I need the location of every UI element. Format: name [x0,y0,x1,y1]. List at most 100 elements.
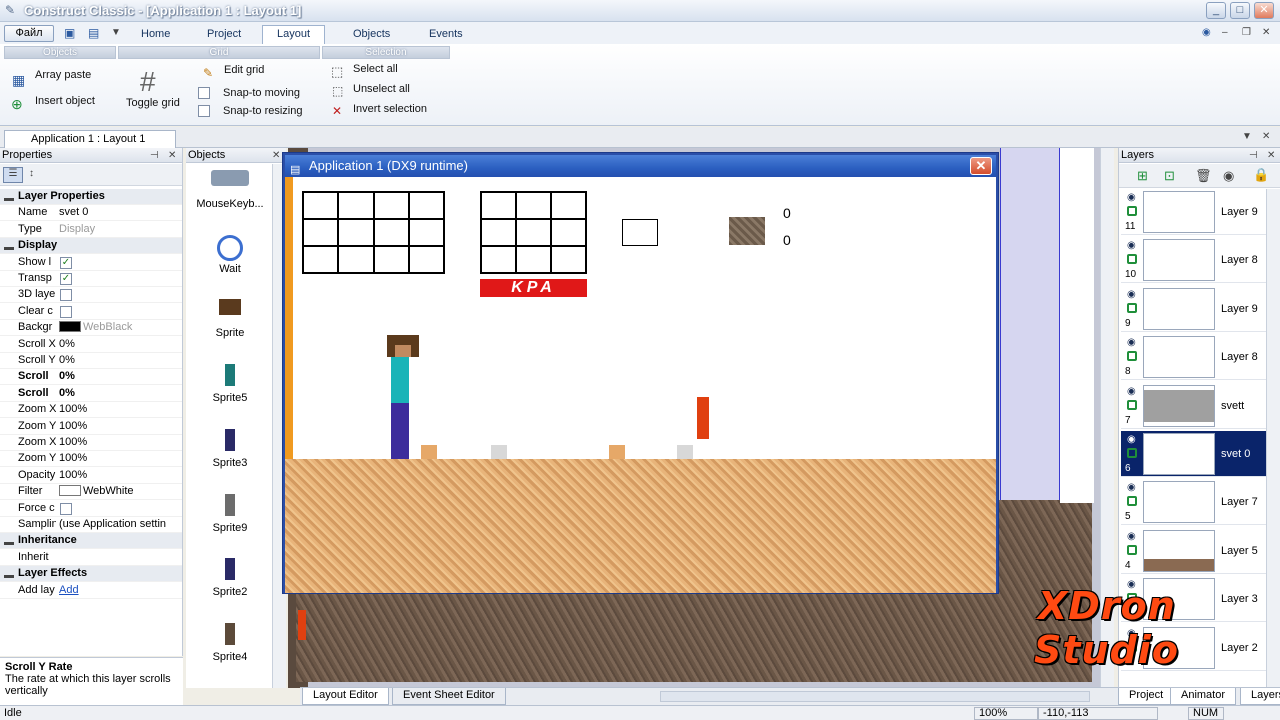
array-paste-button[interactable]: Array paste [35,69,91,81]
snap-moving-checkbox[interactable] [198,87,210,99]
layers-scrollbar[interactable] [1266,189,1280,687]
layer-lock-icon[interactable] [1127,254,1137,265]
visibility-icon[interactable]: ◉ [1223,168,1234,184]
eye-icon[interactable]: ◉ [1127,337,1136,348]
unselect-all-button[interactable]: Unselect all [353,83,410,95]
delete-layer-icon[interactable]: 🗑 [1195,168,1212,184]
object-item[interactable]: Sprite3 [186,457,274,469]
property-checkbox[interactable] [60,305,72,318]
tab-objects[interactable]: Objects [338,25,405,44]
eye-icon[interactable]: ◉ [1127,386,1136,397]
property-row[interactable]: Zoom X 100% [0,435,182,451]
layer-item[interactable]: ◉ 10 Layer 8 [1121,237,1267,284]
select-all-button[interactable]: Select all [353,63,398,75]
layer-lock-icon[interactable] [1127,544,1137,555]
pin-icon[interactable]: ⊣ [150,149,159,163]
layer-lock-icon[interactable] [1127,448,1137,458]
layer-item[interactable]: ◉ 6 svet 0 [1121,431,1267,477]
tab-project-panel[interactable]: Project [1118,688,1175,705]
layer-item[interactable]: ◉ 2 Layer 2 [1121,625,1267,671]
property-row[interactable]: Scroll 0% [0,386,182,402]
property-row[interactable]: Force c [0,501,182,517]
layer-lock-icon[interactable] [1127,399,1137,410]
layer-lock-icon[interactable] [1127,351,1137,362]
object-item[interactable]: Sprite [186,327,274,339]
tab-home[interactable]: Home [126,25,185,44]
doc-close-icon[interactable]: ✕ [1262,27,1270,38]
layout-hscrollbar[interactable] [660,691,1090,702]
property-row[interactable]: Name svet 0 [0,205,182,222]
doc-minimize-icon[interactable]: – [1222,27,1228,38]
layers-close-icon[interactable]: ✕ [1267,149,1275,163]
property-section[interactable]: ▬ Layer Properties [0,189,182,205]
save-icon[interactable]: ▣ [64,26,75,40]
collapse-icon[interactable]: ▬ [4,568,14,583]
toggle-grid-button[interactable]: Toggle grid [126,97,180,109]
object-item[interactable]: Sprite4 [186,651,274,663]
object-item[interactable]: MouseKeyb... [186,198,274,210]
property-row[interactable]: Filter WebWhite [0,484,182,501]
property-checkbox[interactable] [60,502,72,515]
tab-event-sheet-editor[interactable]: Event Sheet Editor [392,688,506,705]
sort-alpha-icon[interactable]: ↕ [29,168,34,179]
edit-grid-button[interactable]: Edit grid [224,64,264,76]
property-row[interactable]: Transp ✓ [0,271,182,287]
eye-icon[interactable]: ◉ [1127,434,1136,445]
property-row[interactable]: Type Display [0,222,182,238]
collapse-icon[interactable]: ▬ [4,535,14,550]
tab-layout-editor[interactable]: Layout Editor [302,688,389,705]
layer-lock-icon[interactable] [1127,496,1137,507]
eye-icon[interactable]: ◉ [1127,192,1136,203]
property-row[interactable]: Zoom Y 100% [0,451,182,468]
object-item[interactable]: Sprite5 [186,392,274,404]
tab-animator[interactable]: Animator [1170,688,1237,705]
collapse-icon[interactable]: ▬ [4,240,14,255]
quick-access-dropdown-icon[interactable]: ▼ [111,27,121,38]
property-value[interactable]: Add [59,584,79,596]
property-section[interactable]: ▬ Layer Effects [0,566,182,583]
collapse-icon[interactable]: ▬ [4,191,14,206]
eye-icon[interactable]: ◉ [1127,579,1136,590]
add-layer-icon[interactable]: ⊞ [1137,168,1148,184]
layer-lock-icon[interactable] [1127,206,1137,216]
property-row[interactable]: Scroll Y 0% [0,353,182,369]
property-checkbox[interactable]: ✓ [60,256,72,269]
close-button[interactable]: ✕ [1254,2,1274,19]
layout-vscrollbar[interactable] [1100,148,1114,688]
tab-layout-1[interactable]: Application 1 : Layout 1 [4,130,176,148]
invert-selection-button[interactable]: Invert selection [353,103,427,115]
tab-layout[interactable]: Layout [262,25,326,44]
layer-lock-icon[interactable] [1127,641,1137,652]
doc-restore-icon[interactable]: ❐ [1242,27,1251,38]
runtime-window[interactable]: ▤ Application 1 (DX9 runtime) ✕ KPA 0 0 [283,153,998,593]
property-row[interactable]: Zoom X 100% [0,402,182,419]
eye-icon[interactable]: ◉ [1127,531,1136,542]
game-viewport[interactable]: KPA 0 0 [285,177,996,593]
tab-close-icon[interactable]: ✕ [1262,131,1270,142]
property-checkbox[interactable]: ✓ [60,273,72,285]
layer-item[interactable]: ◉ 4 Layer 5 [1121,528,1267,574]
insert-object-button[interactable]: Insert object [35,95,95,107]
eye-icon[interactable]: ◉ [1127,628,1136,639]
tab-events[interactable]: Events [414,25,478,44]
object-item[interactable]: Sprite2 [186,586,274,598]
categorized-icon[interactable]: ☰ [3,167,23,183]
object-item[interactable]: Sprite9 [186,522,274,534]
layers-pin-icon[interactable]: ⊣ [1249,149,1258,163]
file-menu-button[interactable]: Файл [4,25,54,42]
property-row[interactable]: 3D laye [0,287,182,304]
property-row[interactable]: Inherit [0,550,182,566]
objects-close-icon[interactable]: ✕ [272,149,280,163]
property-row[interactable]: Add lay Add [0,583,182,599]
snap-resizing-checkbox[interactable] [198,105,210,117]
minimize-button[interactable]: _ [1206,2,1226,19]
layer-item[interactable]: ◉ 3 Layer 3 [1121,576,1267,623]
lock-icon[interactable]: 🔒 [1253,167,1269,183]
runtime-close-button[interactable]: ✕ [970,157,992,175]
property-row[interactable]: Samplin (use Application settin [0,517,182,533]
save-all-icon[interactable]: ▤ [88,26,99,40]
eye-icon[interactable]: ◉ [1127,482,1136,493]
tab-layers-panel[interactable]: Layers [1240,688,1280,705]
property-section[interactable]: ▬ Display [0,238,182,255]
eye-icon[interactable]: ◉ [1127,240,1136,251]
